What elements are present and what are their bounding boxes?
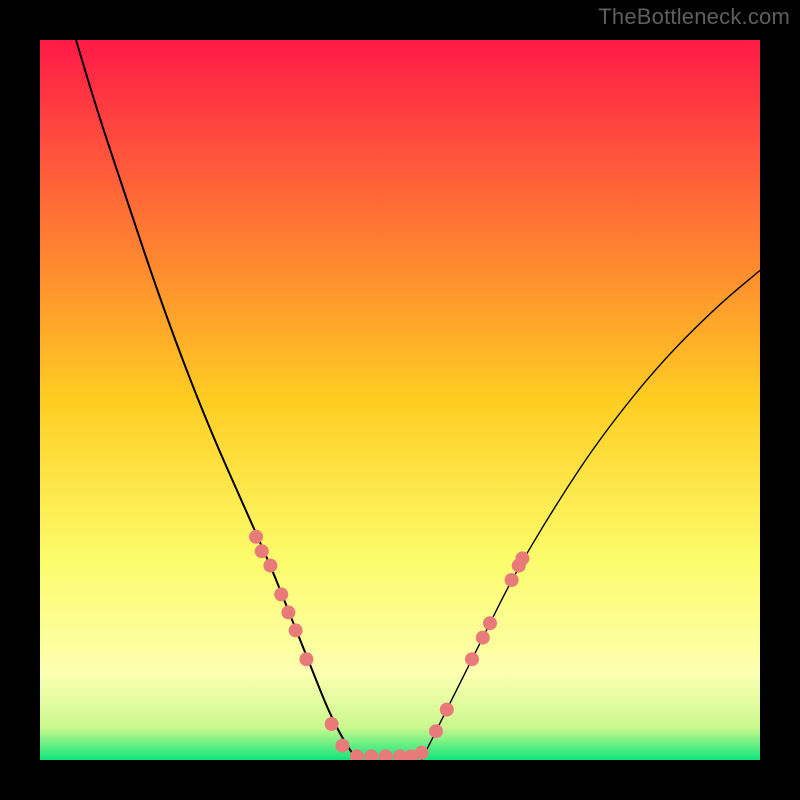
watermark-text: TheBottleneck.com	[598, 4, 790, 30]
chart-container: TheBottleneck.com	[0, 0, 800, 800]
marker-dot	[249, 530, 263, 544]
marker-dot	[263, 559, 277, 573]
marker-dot	[505, 573, 519, 587]
marker-dot	[476, 631, 490, 645]
marker-dot	[299, 652, 313, 666]
chart-svg	[40, 40, 760, 760]
marker-dot	[465, 652, 479, 666]
marker-dot	[440, 703, 454, 717]
marker-dot	[335, 739, 349, 753]
marker-dot	[429, 724, 443, 738]
plot-area	[40, 40, 760, 760]
marker-dot	[415, 746, 429, 760]
marker-dot	[515, 551, 529, 565]
marker-dot	[483, 616, 497, 630]
marker-dot	[274, 587, 288, 601]
marker-dot	[281, 605, 295, 619]
marker-dot	[325, 717, 339, 731]
background-rect	[40, 40, 760, 760]
marker-dot	[255, 544, 269, 558]
marker-dot	[289, 623, 303, 637]
